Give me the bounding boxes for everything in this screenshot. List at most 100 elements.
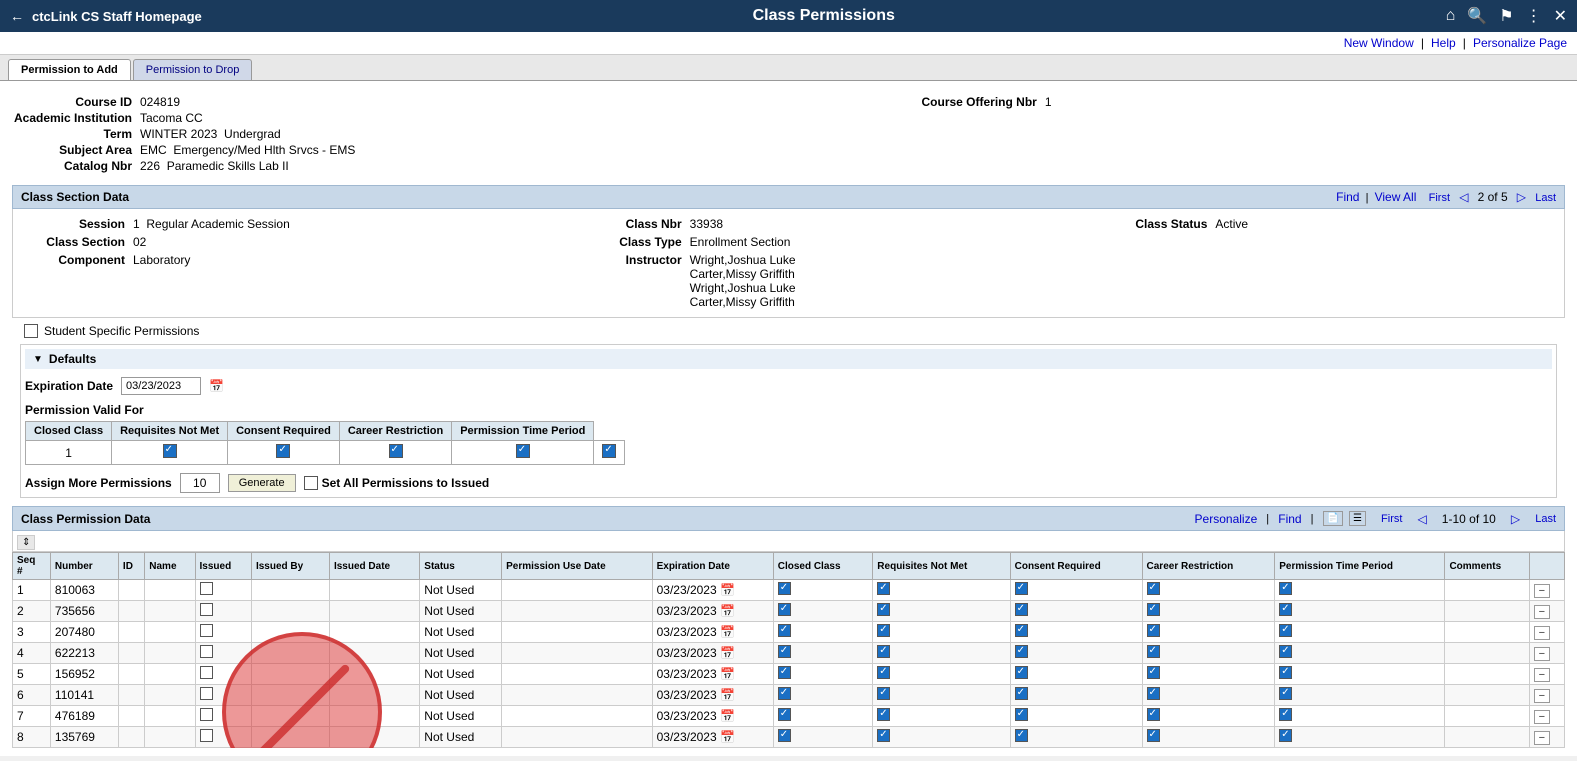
career-restriction-check[interactable] bbox=[1147, 603, 1160, 616]
closed-class-check[interactable] bbox=[778, 582, 791, 595]
calendar-icon[interactable]: 📅 bbox=[717, 709, 735, 723]
req-not-met-check[interactable] bbox=[877, 729, 890, 742]
req-not-met-check[interactable] bbox=[877, 687, 890, 700]
expiration-date-input[interactable] bbox=[121, 377, 201, 395]
issued-check[interactable] bbox=[200, 603, 213, 616]
cpd-personalize-link[interactable]: Personalize bbox=[1195, 512, 1258, 526]
perm-time-check[interactable] bbox=[1279, 582, 1292, 595]
consent-req-check[interactable] bbox=[1015, 603, 1028, 616]
career-restriction-check[interactable] bbox=[1147, 687, 1160, 700]
career-restriction-check[interactable] bbox=[1147, 624, 1160, 637]
consent-req-check[interactable] bbox=[1015, 687, 1028, 700]
closed-class-check[interactable] bbox=[778, 687, 791, 700]
issued-check[interactable] bbox=[200, 729, 213, 742]
cpd-first-link[interactable]: First bbox=[1381, 513, 1402, 525]
consent-req-check[interactable] bbox=[1015, 624, 1028, 637]
remove-row-button[interactable]: − bbox=[1534, 647, 1550, 661]
calendar-icon[interactable]: 📅 bbox=[717, 646, 735, 660]
issued-check[interactable] bbox=[200, 624, 213, 637]
req-not-met-check[interactable] bbox=[877, 624, 890, 637]
closed-class-check[interactable] bbox=[778, 666, 791, 679]
student-perm-checkbox[interactable] bbox=[24, 324, 38, 338]
perm-time-check[interactable] bbox=[1279, 645, 1292, 658]
remove-row-button[interactable]: − bbox=[1534, 626, 1550, 640]
consent-req-check[interactable] bbox=[389, 444, 403, 458]
career-restriction-check[interactable] bbox=[1147, 729, 1160, 742]
req-not-met-check[interactable] bbox=[877, 708, 890, 721]
remove-row-button[interactable]: − bbox=[1534, 668, 1550, 682]
closed-class-check[interactable] bbox=[778, 708, 791, 721]
issued-check[interactable] bbox=[200, 708, 213, 721]
first-link[interactable]: First bbox=[1429, 192, 1450, 204]
issued-check[interactable] bbox=[200, 645, 213, 658]
calendar-icon[interactable]: 📅 bbox=[209, 379, 224, 393]
calendar-icon[interactable]: 📅 bbox=[717, 625, 735, 639]
search-icon[interactable]: 🔍 bbox=[1467, 6, 1487, 26]
find-link[interactable]: Find bbox=[1336, 190, 1359, 204]
new-window-link[interactable]: New Window bbox=[1344, 36, 1414, 50]
consent-req-check[interactable] bbox=[1015, 708, 1028, 721]
remove-row-button[interactable]: − bbox=[1534, 605, 1550, 619]
next-arrow[interactable]: ▷ bbox=[1517, 190, 1526, 204]
perm-time-check[interactable] bbox=[1279, 708, 1292, 721]
perm-time-check[interactable] bbox=[1279, 729, 1292, 742]
issued-check[interactable] bbox=[200, 666, 213, 679]
last-link[interactable]: Last bbox=[1535, 192, 1556, 204]
cpd-last-link[interactable]: Last bbox=[1535, 513, 1556, 525]
perm-time-check[interactable] bbox=[1279, 603, 1292, 616]
view-all-link[interactable]: View All bbox=[1375, 190, 1417, 204]
tab-permission-to-drop[interactable]: Permission to Drop bbox=[133, 59, 253, 80]
cpd-find-link[interactable]: Find bbox=[1278, 512, 1301, 526]
consent-req-check[interactable] bbox=[1015, 729, 1028, 742]
issued-check[interactable] bbox=[200, 687, 213, 700]
cpd-prev-arrow[interactable]: ◁ bbox=[1418, 512, 1427, 526]
perm-time-check[interactable] bbox=[1279, 687, 1292, 700]
career-restriction-check[interactable] bbox=[1147, 708, 1160, 721]
remove-row-button[interactable]: − bbox=[1534, 731, 1550, 745]
closed-class-check[interactable] bbox=[778, 603, 791, 616]
calendar-icon[interactable]: 📅 bbox=[717, 688, 735, 702]
prev-arrow[interactable]: ◁ bbox=[1459, 190, 1468, 204]
tab-permission-to-add[interactable]: Permission to Add bbox=[8, 59, 131, 80]
closed-class-check[interactable] bbox=[778, 729, 791, 742]
career-restriction-check[interactable] bbox=[1147, 582, 1160, 595]
career-restriction-check[interactable] bbox=[516, 444, 530, 458]
calendar-icon[interactable]: 📅 bbox=[717, 667, 735, 681]
closed-class-check[interactable] bbox=[778, 624, 791, 637]
cpd-icon-btn-2[interactable]: ☰ bbox=[1349, 511, 1366, 526]
home-icon[interactable]: ⌂ bbox=[1446, 7, 1456, 25]
assign-count[interactable] bbox=[180, 473, 220, 493]
remove-row-button[interactable]: − bbox=[1534, 584, 1550, 598]
career-restriction-check[interactable] bbox=[1147, 666, 1160, 679]
expand-collapse-icon[interactable]: ⇕ bbox=[17, 535, 35, 550]
more-icon[interactable]: ⋮ bbox=[1526, 6, 1542, 26]
generate-button[interactable]: Generate bbox=[228, 474, 296, 492]
cpd-next-arrow[interactable]: ▷ bbox=[1511, 512, 1520, 526]
closed-class-check[interactable] bbox=[778, 645, 791, 658]
remove-row-button[interactable]: − bbox=[1534, 689, 1550, 703]
consent-req-check[interactable] bbox=[1015, 645, 1028, 658]
cpd-icon-btn-1[interactable]: 📄 bbox=[1323, 511, 1343, 526]
remove-row-button[interactable]: − bbox=[1534, 710, 1550, 724]
set-all-checkbox[interactable] bbox=[304, 476, 318, 490]
calendar-icon[interactable]: 📅 bbox=[717, 583, 735, 597]
req-not-met-check[interactable] bbox=[877, 582, 890, 595]
perm-time-check[interactable] bbox=[1279, 624, 1292, 637]
perm-time-check[interactable] bbox=[602, 444, 616, 458]
help-link[interactable]: Help bbox=[1431, 36, 1456, 50]
consent-req-check[interactable] bbox=[1015, 582, 1028, 595]
calendar-icon[interactable]: 📅 bbox=[717, 730, 735, 744]
req-not-met-check[interactable] bbox=[877, 666, 890, 679]
req-not-met-check[interactable] bbox=[877, 645, 890, 658]
consent-req-check[interactable] bbox=[1015, 666, 1028, 679]
back-button[interactable]: ← bbox=[10, 8, 24, 24]
issued-check[interactable] bbox=[200, 582, 213, 595]
req-not-met-check[interactable] bbox=[877, 603, 890, 616]
close-icon[interactable]: ✕ bbox=[1554, 6, 1567, 26]
req-not-met-check[interactable] bbox=[276, 444, 290, 458]
career-restriction-check[interactable] bbox=[1147, 645, 1160, 658]
perm-time-check[interactable] bbox=[1279, 666, 1292, 679]
calendar-icon[interactable]: 📅 bbox=[717, 604, 735, 618]
closed-class-check[interactable] bbox=[163, 444, 177, 458]
personalize-page-link[interactable]: Personalize Page bbox=[1473, 36, 1567, 50]
